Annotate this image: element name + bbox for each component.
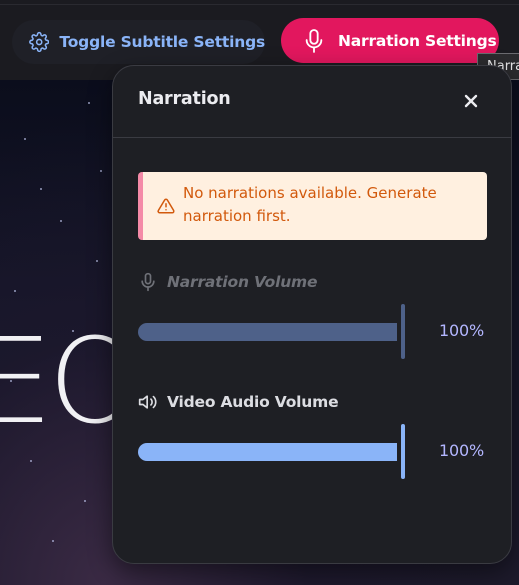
video-audio-volume-thumb[interactable] [401,424,405,479]
narration-panel: Narration No narrations available. Gener… [112,65,512,564]
panel-header: Narration [113,66,511,138]
no-narrations-alert: No narrations available. Generate narrat… [138,172,487,240]
gear-icon [29,31,50,53]
speaker-icon [138,395,157,409]
video-audio-volume-value: 100% [439,441,484,460]
toolbar-divider [0,4,519,5]
warning-icon [157,198,175,214]
narration-volume-label: Narration Volume [167,273,318,291]
narration-volume-value: 100% [439,321,484,340]
panel-title: Narration [138,89,231,109]
narration-settings-button[interactable]: Narration Settings [281,18,499,63]
toggle-subtitle-settings-button[interactable]: Toggle Subtitle Settings [12,20,265,64]
narration-volume-label-row: Narration Volume [138,272,318,292]
video-audio-volume-slider[interactable] [138,424,405,479]
close-button[interactable] [461,91,481,111]
narration-volume-track [138,323,397,341]
alert-message: No narrations available. Generate narrat… [183,184,437,225]
close-icon [464,94,478,108]
narration-settings-label: Narration Settings [338,31,497,50]
video-audio-volume-label-row: Video Audio Volume [138,392,339,412]
microphone-icon [141,272,155,292]
video-audio-volume-track[interactable] [138,443,397,461]
microphone-icon [305,28,323,53]
video-audio-volume-label: Video Audio Volume [167,393,339,411]
toggle-subtitle-settings-label: Toggle Subtitle Settings [59,33,265,51]
narration-volume-slider [138,304,405,359]
narration-volume-thumb [401,304,405,359]
